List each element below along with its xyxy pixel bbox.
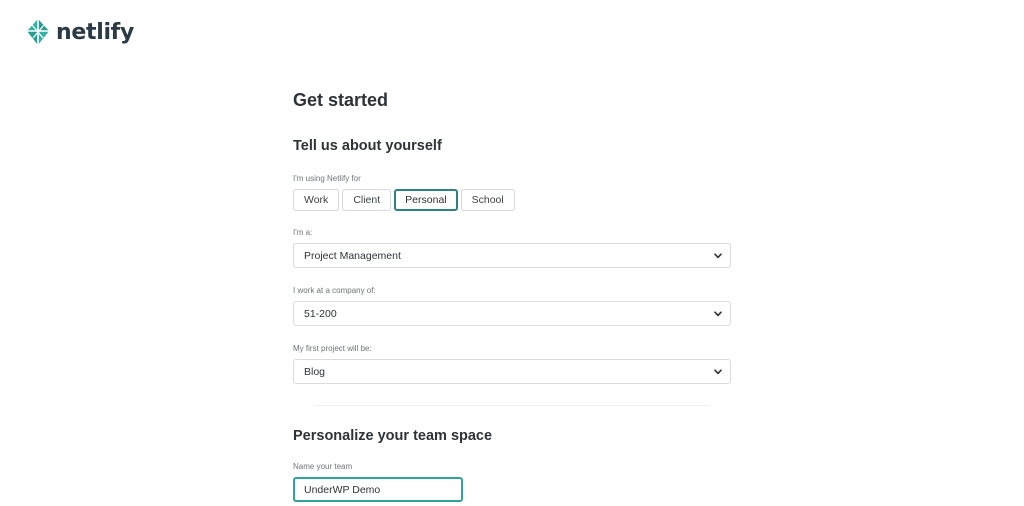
option-client-button[interactable]: Client	[342, 189, 392, 211]
company-size-label: I work at a company of:	[293, 286, 376, 295]
brand-name: netlify	[56, 19, 134, 45]
usage-options: Work Client Personal School	[293, 189, 731, 211]
first-project-label: My first project will be:	[293, 344, 372, 353]
first-project-select[interactable]: Blog	[293, 359, 731, 384]
team-name-label: Name your team	[293, 462, 353, 471]
section-title-team: Personalize your team space	[293, 428, 493, 444]
section-divider	[314, 405, 710, 406]
chevron-down-icon	[714, 252, 722, 258]
option-work-button[interactable]: Work	[293, 189, 340, 211]
using-netlify-for-label: I'm using Netlify for	[293, 174, 361, 183]
onboarding-form: Get started Tell us about yourself I'm u…	[293, 88, 731, 502]
page-title: Get started	[293, 90, 389, 110]
netlify-logo[interactable]: netlify	[26, 18, 134, 46]
first-project-select-value: Blog	[304, 365, 326, 378]
option-personal-button[interactable]: Personal	[394, 189, 458, 211]
role-label: I'm a:	[293, 228, 313, 237]
chevron-down-icon	[714, 368, 722, 374]
company-size-select-value: 51-200	[304, 307, 337, 320]
role-select[interactable]: Project Management	[293, 243, 731, 268]
company-size-select[interactable]: 51-200	[293, 301, 731, 326]
role-select-value: Project Management	[304, 249, 401, 262]
option-school-button[interactable]: School	[460, 189, 515, 211]
team-name-input[interactable]	[293, 477, 463, 502]
section-title-about: Tell us about yourself	[293, 138, 442, 154]
chevron-down-icon	[714, 310, 722, 316]
netlify-diamond-icon	[27, 19, 49, 45]
